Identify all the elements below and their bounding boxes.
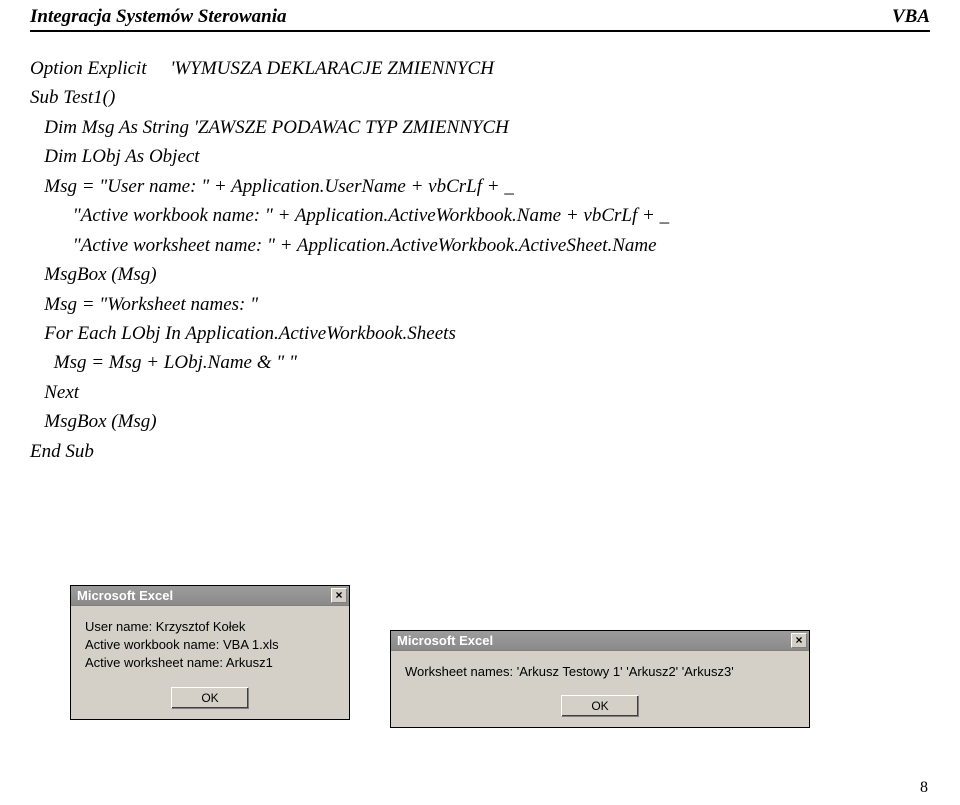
msgbox-1: Microsoft Excel × User name: Krzysztof K… bbox=[70, 585, 350, 720]
code-line: Msg = Msg + LObj.Name & " " bbox=[30, 348, 930, 377]
page-number: 8 bbox=[920, 779, 928, 797]
code-token: 'WYMUSZA DEKLARACJE ZMIENNYCH bbox=[170, 58, 494, 79]
msgbox-titlebar: Microsoft Excel × bbox=[71, 586, 349, 606]
code-line: Next bbox=[30, 378, 930, 407]
code-block: Option Explicit 'WYMUSZA DEKLARACJE ZMIE… bbox=[30, 54, 930, 466]
msgbox-text-line: User name: Krzysztof Kołek bbox=[85, 618, 335, 636]
msgbox-button-row: OK bbox=[71, 681, 349, 719]
close-icon[interactable]: × bbox=[791, 633, 807, 648]
msgbox-text-line: Active worksheet name: Arkusz1 bbox=[85, 654, 335, 672]
code-line: End Sub bbox=[30, 437, 930, 466]
msgbox-text-line: Worksheet names: 'Arkusz Testowy 1' 'Ark… bbox=[405, 663, 795, 681]
header-right: VBA bbox=[892, 6, 930, 28]
code-line: Msg = "Worksheet names: " bbox=[30, 290, 930, 319]
code-line: "Active workbook name: " + Application.A… bbox=[30, 201, 930, 230]
msgbox-title: Microsoft Excel bbox=[77, 588, 173, 603]
code-token: 'ZAWSZE PODAWAC TYP ZMIENNYCH bbox=[189, 117, 509, 138]
code-line: MsgBox (Msg) bbox=[30, 407, 930, 436]
code-line: For Each LObj In Application.ActiveWorkb… bbox=[30, 319, 930, 348]
code-line: Msg = "User name: " + Application.UserNa… bbox=[30, 172, 930, 201]
msgbox-body: User name: Krzysztof Kołek Active workbo… bbox=[71, 606, 349, 681]
code-line: Sub Test1() bbox=[30, 83, 930, 112]
msgbox-title: Microsoft Excel bbox=[397, 633, 493, 648]
code-line: MsgBox (Msg) bbox=[30, 260, 930, 289]
ok-button[interactable]: OK bbox=[561, 695, 639, 717]
close-icon[interactable]: × bbox=[331, 588, 347, 603]
code-line: Dim LObj As Object bbox=[30, 142, 930, 171]
code-token: Option Explicit bbox=[30, 58, 170, 79]
msgbox-titlebar: Microsoft Excel × bbox=[391, 631, 809, 651]
header-left: Integracja Systemów Sterowania bbox=[30, 6, 287, 28]
ok-button[interactable]: OK bbox=[171, 687, 249, 709]
screenshots-area: Microsoft Excel × User name: Krzysztof K… bbox=[30, 585, 930, 775]
msgbox-2: Microsoft Excel × Worksheet names: 'Arku… bbox=[390, 630, 810, 728]
msgbox-button-row: OK bbox=[391, 689, 809, 727]
code-line: "Active worksheet name: " + Application.… bbox=[30, 231, 930, 260]
msgbox-text-line: Active workbook name: VBA 1.xls bbox=[85, 636, 335, 654]
msgbox-body: Worksheet names: 'Arkusz Testowy 1' 'Ark… bbox=[391, 651, 809, 689]
code-token: Dim Msg As String bbox=[30, 117, 189, 138]
page-header: Integracja Systemów Sterowania VBA bbox=[30, 0, 930, 32]
